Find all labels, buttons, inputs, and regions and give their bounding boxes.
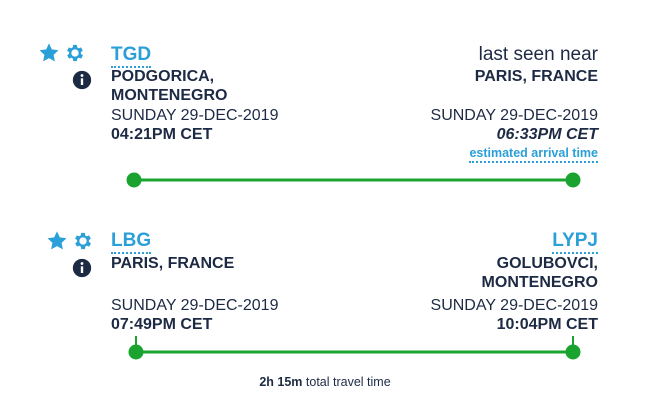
leg1-track [126, 172, 581, 188]
total-travel-time: 2h 15m total travel time [0, 375, 650, 389]
total-duration-label: total travel time [305, 375, 391, 389]
leg2-origin-marker [128, 344, 144, 360]
leg2-track [128, 336, 581, 360]
leg1-destination-marker [565, 172, 581, 188]
leg2-destination-marker [565, 344, 581, 360]
leg1-origin-marker [126, 172, 142, 188]
total-duration: 2h 15m [259, 375, 303, 389]
route-tracks [126, 172, 581, 360]
